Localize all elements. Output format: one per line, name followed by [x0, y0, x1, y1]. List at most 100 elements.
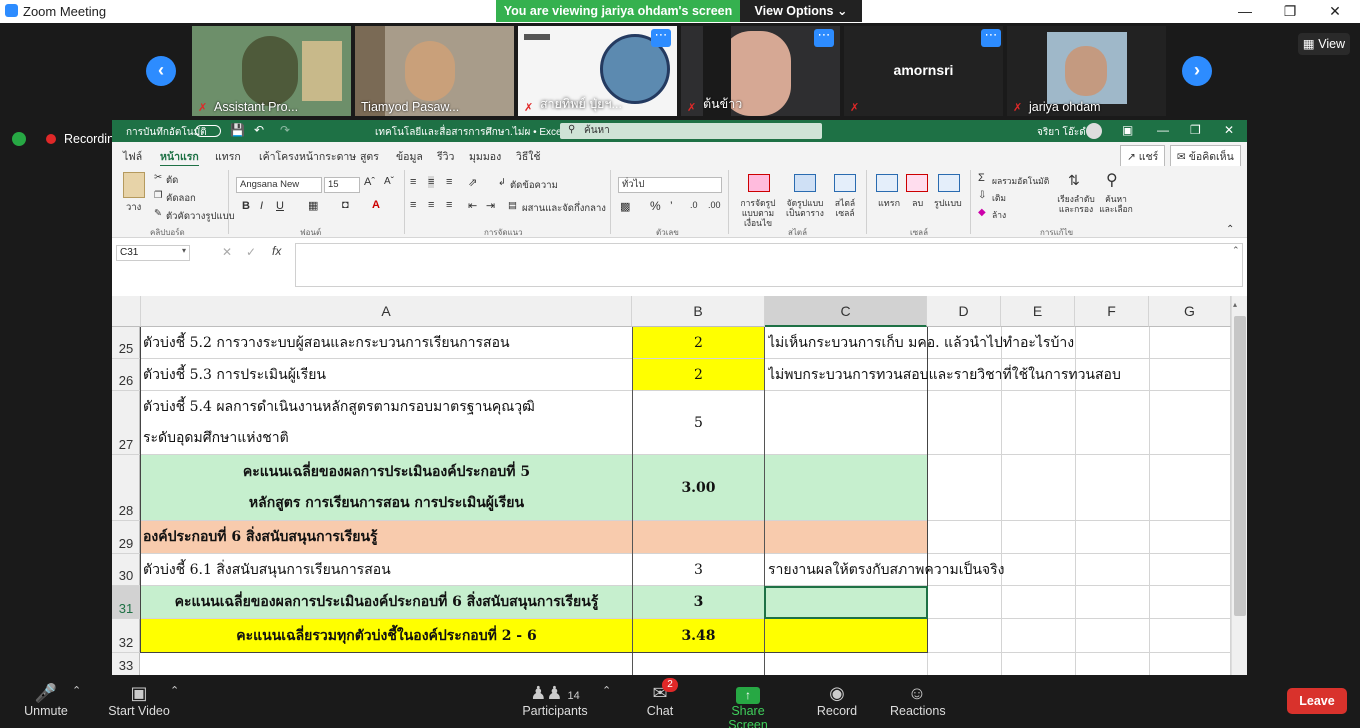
cell-a29[interactable]: องค์ประกอบที่ 6 สิ่งสนับสนุนการเรียนรู้ [143, 521, 763, 553]
paste-icon[interactable] [123, 172, 145, 198]
row-header[interactable]: 31 [112, 586, 140, 618]
collapse-ribbon-icon[interactable]: ⌃ [1226, 224, 1234, 235]
user-avatar[interactable] [1086, 123, 1102, 139]
row-header[interactable]: 33 [112, 653, 140, 675]
sort-filter-label[interactable]: เรียงลำดับและกรอง [1056, 194, 1096, 214]
italic-icon[interactable]: I [260, 200, 263, 212]
audio-options-chevron-icon[interactable]: ⌃ [72, 684, 81, 697]
more-options-button[interactable]: ⋯ [814, 28, 834, 47]
cell-b25[interactable]: 2 [633, 327, 764, 358]
increase-decimal-icon[interactable]: .0 [690, 200, 698, 210]
cell-a26[interactable]: ตัวบ่งชี้ 5.3 การประเมินผู้เรียน [143, 359, 629, 390]
cell-a30[interactable]: ตัวบ่งชี้ 6.1 สิ่งสนับสนุนการเรียนการสอน [143, 554, 629, 585]
start-video-button[interactable]: ▣ Start Video [106, 682, 172, 718]
video-tile[interactable]: amornsri ⋯ ✗ [844, 26, 1003, 116]
tab-insert[interactable]: แทรก [215, 148, 241, 165]
accounting-icon[interactable]: ▩ [620, 200, 630, 213]
align-middle-icon[interactable]: ≡ [428, 176, 435, 188]
more-options-button[interactable]: ⋯ [651, 28, 671, 47]
cell-b26[interactable]: 2 [633, 359, 764, 390]
more-options-button[interactable]: ⋯ [981, 28, 1001, 47]
align-top-icon[interactable]: ≡ [410, 176, 416, 188]
confirm-formula-icon[interactable]: ✓ [246, 245, 256, 259]
cell-c30[interactable]: รายงานผลให้ตรงกับสภาพความเป็นจริง [768, 554, 1228, 585]
share-button[interactable]: ↗ แชร์ [1120, 145, 1166, 168]
row-header[interactable]: 32 [112, 619, 140, 652]
cell-b32[interactable]: 3.48 [633, 619, 764, 652]
number-format-select[interactable]: ทั่วไป [618, 177, 722, 193]
copy-icon[interactable]: ❐ [154, 190, 163, 201]
decrease-indent-icon[interactable]: ⇤ [468, 199, 477, 212]
autosum-icon[interactable]: Σ [978, 172, 985, 184]
orientation-icon[interactable]: ⇗ [468, 176, 477, 189]
underline-icon[interactable]: U [276, 200, 284, 212]
cell-b27[interactable]: 5 [633, 391, 764, 454]
autosum-label[interactable]: ผลรวมอัตโนมัติ [992, 174, 1049, 188]
delete-cells-label[interactable]: ลบ [912, 196, 923, 210]
format-painter-icon[interactable]: ✎ [154, 208, 162, 219]
align-center-icon[interactable]: ≡ [428, 199, 434, 211]
tab-page-layout[interactable]: เค้าโครงหน้ากระดาษ [259, 148, 356, 165]
cell-a28-line1[interactable]: คะแนนเฉลี่ยของผลการประเมินองค์ประกอบที่ … [141, 458, 632, 486]
insert-function-icon[interactable]: fx [272, 244, 281, 258]
cell-a27-line1[interactable]: ตัวบ่งชี้ 5.4 ผลการดำเนินงานหลักสูตรตามก… [143, 393, 629, 421]
font-color-icon[interactable]: A [372, 199, 380, 211]
scroll-up-icon[interactable]: ▴ [1233, 300, 1237, 309]
tab-help[interactable]: วิธีใช้ [516, 148, 541, 165]
merge-icon[interactable]: ▤ [508, 200, 517, 211]
video-tile[interactable]: ✗ Assistant Pro... [192, 26, 351, 116]
redo-icon[interactable]: ↷ [280, 123, 290, 137]
close-icon[interactable]: ✕ [1312, 0, 1358, 23]
format-cells-icon[interactable] [938, 174, 960, 192]
format-painter-label[interactable]: ตัวคัดวางรูปแบบ [166, 209, 235, 224]
scrollbar-thumb[interactable] [1234, 316, 1246, 616]
insert-cells-label[interactable]: แทรก [878, 196, 900, 210]
cell-c26[interactable]: ไม่พบกระบวนการทวนสอบและรายวิชาที่ใช้ในกา… [768, 359, 1228, 390]
comma-icon[interactable]: ’ [670, 199, 673, 213]
increase-font-icon[interactable]: Aˆ [364, 176, 375, 188]
conditional-format-icon[interactable] [748, 174, 770, 192]
formula-input[interactable] [295, 243, 1243, 287]
select-all-corner[interactable] [112, 296, 141, 327]
conditional-format-label[interactable]: การจัดรูปแบบตามเงื่อนไข [734, 198, 782, 228]
font-size-select[interactable]: 15 [324, 177, 360, 193]
row-header[interactable]: 28 [112, 455, 140, 520]
cell-a28-line2[interactable]: หลักสูตร การเรียนการสอน การประเมินผู้เรี… [141, 489, 632, 517]
maximize-icon[interactable]: ❐ [1267, 0, 1313, 23]
search-box[interactable]: ค้นหา [560, 123, 822, 139]
excel-minimize-icon[interactable]: — [1157, 123, 1169, 137]
share-screen-button[interactable]: ↑ Share Screen [710, 682, 786, 728]
leave-button[interactable]: Leave [1287, 688, 1347, 714]
autosave-toggle[interactable] [195, 125, 221, 137]
row-header[interactable]: 26 [112, 359, 140, 390]
record-button[interactable]: ◉ Record [816, 682, 858, 718]
cell-styles-icon[interactable] [834, 174, 856, 192]
security-shield-icon[interactable] [12, 132, 26, 146]
align-left-icon[interactable]: ≡ [410, 199, 416, 211]
bold-icon[interactable]: B [242, 200, 250, 212]
border-icon[interactable]: ▦ [308, 199, 318, 212]
column-header[interactable]: C [765, 296, 927, 327]
undo-icon[interactable]: ↶ [254, 123, 264, 137]
format-table-icon[interactable] [794, 174, 816, 192]
cut-label[interactable]: ตัด [166, 173, 178, 188]
cell-a25[interactable]: ตัวบ่งชี้ 5.2 การวางระบบผู้สอนและกระบวนก… [143, 327, 629, 358]
reactions-button[interactable]: ☺ Reactions [890, 682, 946, 718]
percent-icon[interactable]: % [650, 199, 661, 213]
find-select-label[interactable]: ค้นหาและเลือก [1098, 194, 1134, 214]
excel-close-icon[interactable]: ✕ [1224, 123, 1234, 137]
comments-button[interactable]: ✉ ข้อคิดเห็น [1170, 145, 1241, 168]
minimize-icon[interactable]: — [1222, 0, 1268, 23]
tab-review[interactable]: รีวิว [437, 148, 454, 165]
video-tile[interactable]: ⋯ ✗ ต้นข้าว [681, 26, 840, 116]
gallery-prev-button[interactable]: ‹ [146, 56, 176, 86]
participants-button[interactable]: ♟♟ 14 Participants [520, 682, 590, 718]
merge-label[interactable]: ผสานและจัดกึ่งกลาง [522, 201, 606, 216]
namebox-dropdown-icon[interactable]: ▾ [182, 246, 186, 255]
save-icon[interactable]: 💾 [230, 123, 245, 137]
column-header[interactable]: E [1001, 296, 1075, 327]
cell-b28[interactable]: 3.00 [633, 455, 764, 520]
row-header[interactable]: 27 [112, 391, 140, 454]
tab-home[interactable]: หน้าแรก [160, 148, 199, 167]
name-box[interactable]: C31 [116, 245, 190, 261]
